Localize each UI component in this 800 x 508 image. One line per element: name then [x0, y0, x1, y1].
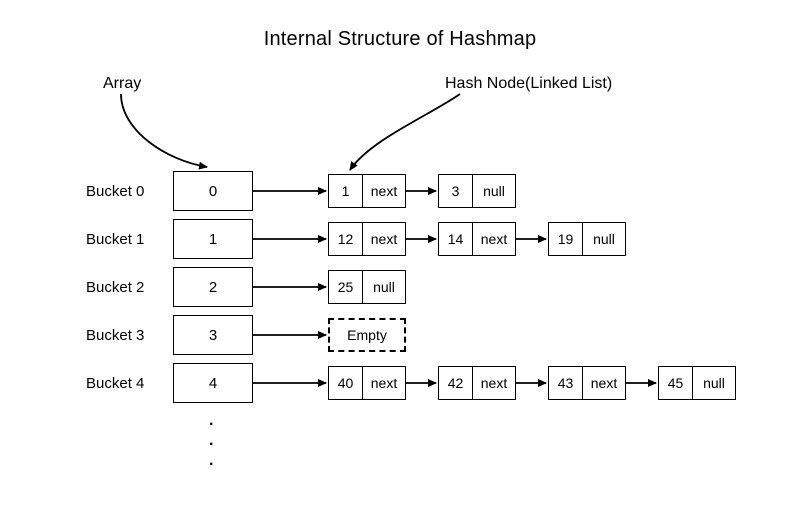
bucket-2-label: Bucket 2: [86, 279, 144, 296]
node-2-0: 25 null: [328, 270, 406, 304]
node-value: 43: [549, 367, 583, 399]
bucket-cell-1: 1: [173, 219, 253, 259]
node-value: 14: [439, 223, 473, 255]
node-value: 40: [329, 367, 363, 399]
node-value: 42: [439, 367, 473, 399]
node-value: 3: [439, 175, 473, 207]
node-pointer: null: [583, 223, 625, 255]
node-value: 19: [549, 223, 583, 255]
bucket-cell-4: 4: [173, 363, 253, 403]
bucket-cell-0: 0: [173, 171, 253, 211]
node-1-2: 19 null: [548, 222, 626, 256]
bucket-1-label: Bucket 1: [86, 231, 144, 248]
node-pointer: next: [473, 223, 515, 255]
node-pointer: next: [473, 367, 515, 399]
arrow-array-pointer: [121, 94, 207, 167]
node-value: 45: [659, 367, 693, 399]
node-4-0: 40 next: [328, 366, 406, 400]
arrow-hashnode-pointer: [350, 94, 460, 170]
bucket-cell-3: 3: [173, 315, 253, 355]
node-pointer: null: [693, 367, 735, 399]
node-pointer: null: [363, 271, 405, 303]
node-0-0: 1 next: [328, 174, 406, 208]
node-pointer: next: [363, 367, 405, 399]
node-1-1: 14 next: [438, 222, 516, 256]
node-value: 12: [329, 223, 363, 255]
node-0-1: 3 null: [438, 174, 516, 208]
array-label: Array: [103, 75, 141, 93]
diagram-title: Internal Structure of Hashmap: [0, 28, 800, 51]
bucket-3-label: Bucket 3: [86, 327, 144, 344]
node-4-1: 42 next: [438, 366, 516, 400]
hashnode-label: Hash Node(Linked List): [445, 75, 612, 93]
node-1-0: 12 next: [328, 222, 406, 256]
ellipsis-dot: .: [209, 412, 213, 430]
diagram-canvas: Internal Structure of Hashmap Array Hash…: [0, 0, 800, 508]
ellipsis-dot: .: [209, 452, 213, 470]
ellipsis-dot: .: [209, 432, 213, 450]
node-4-3: 45 null: [658, 366, 736, 400]
bucket-cell-2: 2: [173, 267, 253, 307]
bucket-0-label: Bucket 0: [86, 183, 144, 200]
node-3-empty: Empty: [328, 318, 406, 352]
node-pointer: next: [583, 367, 625, 399]
node-pointer: next: [363, 175, 405, 207]
node-4-2: 43 next: [548, 366, 626, 400]
node-pointer: null: [473, 175, 515, 207]
node-pointer: next: [363, 223, 405, 255]
node-value: 1: [329, 175, 363, 207]
node-value: 25: [329, 271, 363, 303]
bucket-4-label: Bucket 4: [86, 375, 144, 392]
